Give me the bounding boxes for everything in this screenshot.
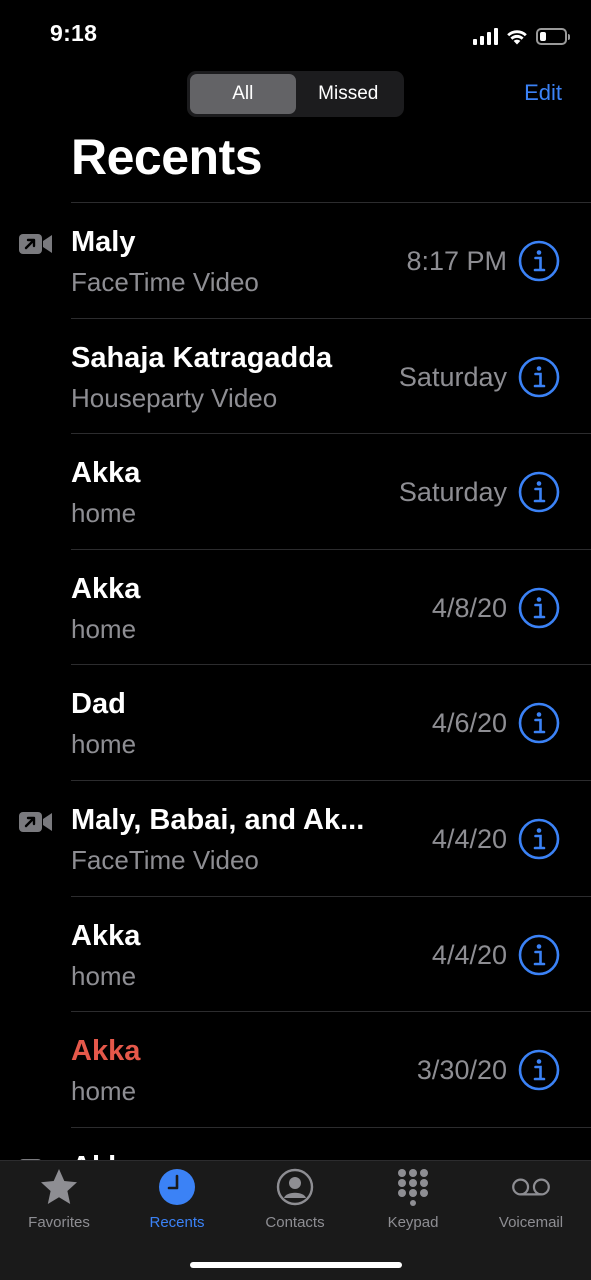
battery-icon	[536, 27, 570, 45]
call-type: Houseparty Video	[71, 382, 278, 413]
info-icon[interactable]	[518, 356, 560, 398]
call-date: 4/4/20	[431, 939, 507, 970]
call-row[interactable]: Akka home Saturday	[0, 433, 591, 549]
tab-label: Favorites	[28, 1214, 90, 1231]
caller-name: Sahaja Katragadda	[71, 341, 333, 374]
tab-label: Recents	[149, 1214, 205, 1231]
call-type: home	[71, 498, 137, 529]
all-missed-segmented-control[interactable]: All Missed	[187, 71, 404, 117]
caller-name: Akka	[71, 1151, 140, 1160]
status-bar: 9:18	[0, 0, 591, 70]
star-icon	[41, 1169, 77, 1204]
call-type: FaceTime Video	[71, 267, 259, 297]
outgoing-video-call-icon	[19, 811, 52, 832]
tab-voicemail[interactable]: Voicemail	[472, 1167, 590, 1231]
info-icon[interactable]	[518, 934, 560, 976]
status-icons	[473, 24, 570, 48]
info-icon[interactable]	[518, 818, 560, 860]
info-icon[interactable]	[518, 471, 560, 513]
tab-label: Keypad	[387, 1214, 439, 1231]
status-time: 9:18	[50, 20, 98, 46]
caller-name: Maly	[71, 226, 136, 258]
clock-icon	[159, 1169, 195, 1205]
cellular-signal-icon	[473, 27, 498, 45]
wifi-icon	[507, 29, 527, 44]
tab-contacts[interactable]: Contacts	[236, 1167, 354, 1231]
segment-missed[interactable]: Missed	[296, 74, 402, 114]
segment-all[interactable]: All	[190, 74, 296, 114]
caller-name: Maly, Babai, and Ak...	[71, 803, 365, 836]
info-icon[interactable]	[518, 587, 560, 629]
tab-favorites[interactable]: Favorites	[0, 1167, 118, 1231]
voicemail-icon	[512, 1178, 550, 1196]
home-indicator[interactable]	[190, 1262, 402, 1268]
call-date: Saturday	[398, 477, 507, 508]
call-row[interactable]: Maly, Babai, and Ak... FaceTime Video 4/…	[0, 779, 591, 896]
battery-level-fill	[540, 31, 546, 41]
page-title: Recents	[71, 129, 263, 185]
call-row[interactable]: Akka home 4/4/20	[0, 895, 591, 1012]
call-type: home	[71, 1076, 137, 1107]
tab-recents[interactable]: Recents	[118, 1167, 236, 1231]
call-row[interactable]: Sahaja Katragadda Houseparty Video Satur…	[0, 317, 591, 434]
caller-name: Akka	[71, 1035, 141, 1068]
info-icon[interactable]	[518, 1049, 560, 1091]
call-date: 4/8/20	[431, 592, 507, 623]
tab-keypad[interactable]: Keypad	[354, 1167, 472, 1231]
call-row[interactable]: Akka home 4/8/20	[0, 548, 591, 665]
tab-label: Contacts	[265, 1214, 325, 1231]
tab-label: Voicemail	[498, 1214, 564, 1231]
call-type: home	[71, 960, 137, 991]
info-icon[interactable]	[518, 702, 560, 744]
call-row[interactable]: Maly FaceTime Video 8:17 PM	[0, 202, 591, 318]
call-row[interactable]: Dad home 4/6/20	[0, 664, 591, 780]
caller-name: Akka	[71, 919, 141, 952]
call-date: 8:17 PM	[406, 246, 507, 276]
call-type: home	[71, 613, 137, 644]
outgoing-video-call-icon	[19, 234, 52, 254]
caller-name: Akka	[71, 572, 141, 605]
tab-bar: Favorites Recents Contacts Keypad Voicem…	[0, 1160, 591, 1280]
call-row[interactable]: Akka home 3/30/20	[0, 1011, 591, 1127]
call-type: home	[71, 729, 137, 760]
person-circle-icon	[276, 1168, 314, 1206]
caller-name: Dad	[71, 688, 126, 721]
call-date: 4/6/20	[431, 708, 507, 739]
caller-name: Akka	[71, 457, 141, 490]
recents-call-list[interactable]: Maly FaceTime Video 8:17 PM Sahaja Katra…	[0, 202, 591, 1160]
call-row[interactable]: Akka	[0, 1126, 591, 1160]
call-date: 4/4/20	[431, 823, 507, 854]
call-date: 3/30/20	[416, 1055, 507, 1086]
edit-button[interactable]: Edit	[524, 80, 562, 106]
call-type: FaceTime Video	[71, 844, 259, 875]
info-icon[interactable]	[518, 240, 560, 282]
keypad-icon	[398, 1169, 428, 1206]
call-date: Saturday	[398, 361, 507, 392]
